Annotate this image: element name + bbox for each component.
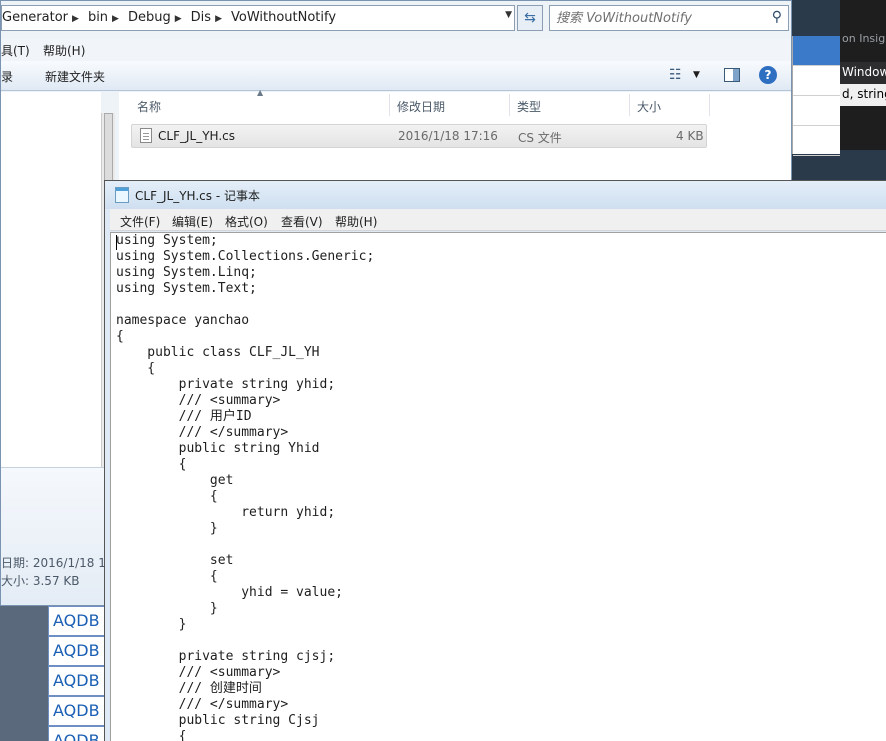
search-input[interactable] (556, 11, 756, 26)
file-row[interactable]: CLF_JL_YH.cs 2016/1/18 17:16 CS 文件 4 KB (131, 124, 707, 148)
chevron-right-icon[interactable]: ▶ (215, 14, 222, 24)
notepad-window: CLF_JL_YH.cs - 记事本 文件(F) 编辑(E) 格式(O) 查看(… (104, 180, 886, 741)
aqdb-cell[interactable]: AQDB (48, 606, 108, 636)
search-box[interactable]: ⚲ (549, 5, 789, 31)
menu-view[interactable]: 查看(V) (281, 213, 323, 230)
notepad-icon (115, 187, 129, 203)
detail-modified-date: 日期: 2016/1/18 17 (1, 556, 114, 570)
refresh-icon: ⇆ (524, 10, 536, 26)
editor-text[interactable]: using System; using System.Collections.G… (116, 233, 374, 741)
column-header-name[interactable]: 名称 (137, 98, 161, 115)
menu-file[interactable]: 文件(F) (120, 213, 160, 230)
background-window-strip (792, 36, 840, 156)
aqdb-cell[interactable]: AQDB (48, 696, 108, 726)
menu-tools[interactable]: 具(T) (1, 42, 30, 59)
file-name: CLF_JL_YH.cs (158, 129, 235, 143)
window-title: CLF_JL_YH.cs - 记事本 (135, 189, 260, 203)
column-header-type[interactable]: 类型 (517, 98, 541, 115)
preview-pane-icon[interactable] (724, 68, 740, 82)
notepad-menubar: 文件(F) 编辑(E) 格式(O) 查看(V) 帮助(H) (110, 209, 886, 231)
details-pane: 日期: 2016/1/18 17 大小: 3.57 KB (1, 467, 113, 605)
aqdb-cell[interactable]: AQDB (48, 726, 108, 741)
menu-help[interactable]: 帮助(H) (43, 42, 85, 59)
breadcrumb-segment[interactable]: bin (88, 10, 108, 25)
text-caret (116, 235, 117, 250)
view-options-icon[interactable]: ☷ (669, 67, 682, 83)
search-icon[interactable]: ⚲ (772, 9, 782, 25)
file-size: 4 KB (676, 129, 704, 143)
help-icon[interactable]: ? (759, 66, 777, 84)
file-type: CS 文件 (518, 131, 562, 145)
address-path: Generator ▶ bin ▶ Debug ▶ Dis ▶ VoWithoutNotify (2, 10, 340, 25)
sort-arrow-icon: ▲ (257, 88, 264, 97)
menu-help[interactable]: 帮助(H) (335, 213, 377, 230)
menu-edit[interactable]: 编辑(E) (172, 213, 213, 230)
chevron-down-icon[interactable]: ▼ (505, 10, 512, 20)
aqdb-cell[interactable]: AQDB (48, 666, 108, 696)
chevron-right-icon[interactable]: ▶ (175, 14, 182, 24)
detail-size: 大小: 3.57 KB (1, 574, 80, 588)
background-aqdb-list: AQDB AQDB AQDB AQDB AQDB (48, 606, 108, 741)
navigation-pane[interactable] (1, 92, 101, 467)
new-folder-button[interactable]: 新建文件夹 (45, 68, 105, 85)
breadcrumb-segment[interactable]: Dis (191, 10, 211, 25)
menu-format[interactable]: 格式(O) (225, 213, 268, 230)
background-text: on Insig (842, 32, 886, 45)
file-list: ▲ 名称 修改日期 类型 大小 CLF_JL_YH.cs 2016/1/18 1… (119, 88, 791, 182)
breadcrumb-segment[interactable]: Debug (128, 10, 171, 25)
explorer-toolbar: 录 新建文件夹 ☷ ▼ ? (1, 61, 791, 91)
chevron-right-icon[interactable]: ▶ (112, 14, 119, 24)
aqdb-cell[interactable]: AQDB (48, 636, 108, 666)
background-text: d, string (840, 84, 886, 106)
refresh-button[interactable]: ⇆ (517, 5, 543, 31)
background-text: Window (840, 62, 886, 84)
notepad-titlebar[interactable]: CLF_JL_YH.cs - 记事本 (105, 181, 886, 209)
toolbar-item[interactable]: 录 (1, 68, 13, 85)
column-header-modified[interactable]: 修改日期 (397, 98, 445, 115)
background-dark-panel: on Insig Window d, string (840, 0, 886, 150)
chevron-down-icon[interactable]: ▼ (693, 70, 700, 80)
chevron-right-icon[interactable]: ▶ (72, 14, 79, 24)
text-editor[interactable]: using System; using System.Collections.G… (110, 232, 886, 741)
file-modified: 2016/1/18 17:16 (398, 129, 498, 143)
breadcrumb-segment[interactable]: Generator (2, 10, 68, 25)
explorer-menubar: 具(T) 帮助(H) (1, 39, 791, 61)
breadcrumb-segment[interactable]: VoWithoutNotify (231, 10, 336, 25)
cs-file-icon (140, 128, 152, 143)
column-header-size[interactable]: 大小 (637, 98, 661, 115)
address-bar[interactable]: Generator ▶ bin ▶ Debug ▶ Dis ▶ VoWithoutNotify … (1, 5, 515, 31)
column-headers: ▲ 名称 修改日期 类型 大小 (119, 88, 791, 118)
